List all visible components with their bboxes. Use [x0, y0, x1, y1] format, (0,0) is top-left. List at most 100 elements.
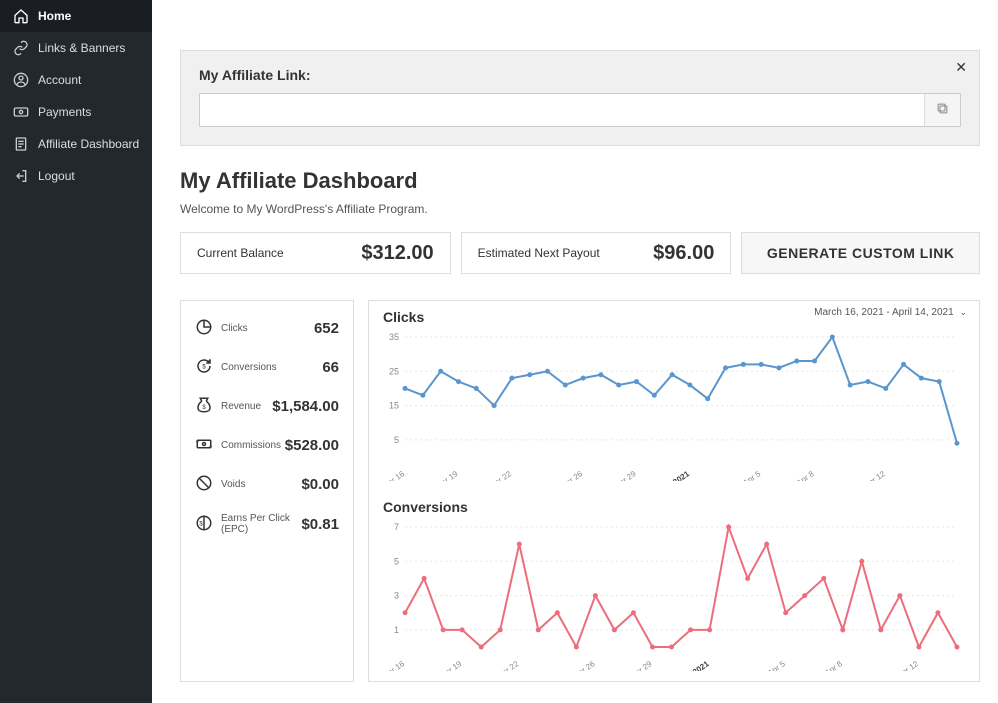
svg-text:Mar 19: Mar 19 [434, 469, 460, 481]
home-icon [12, 7, 30, 25]
sidebar-item-label: Payments [38, 105, 91, 119]
stat-value: 66 [322, 359, 339, 376]
sidebar-item-label: Logout [38, 169, 75, 183]
sidebar-item-label: Links & Banners [38, 41, 125, 55]
stats-panel: Clicks 652 $ Conversions 66 $ Revenue [180, 300, 354, 682]
user-icon [12, 71, 30, 89]
sidebar: Home Links & Banners Account Payments Af… [0, 0, 152, 703]
svg-text:Mar 26: Mar 26 [559, 469, 585, 481]
svg-text:Apr 5: Apr 5 [766, 659, 787, 671]
date-range-text: March 16, 2021 - April 14, 2021 [814, 307, 954, 318]
svg-text:25: 25 [389, 366, 399, 376]
copy-button[interactable] [924, 94, 960, 126]
stat-label: Earns Per Click (EPC) [221, 513, 301, 535]
stat-revenue: $ Revenue $1,584.00 [195, 387, 339, 426]
payments-icon [12, 103, 30, 121]
stat-label: Revenue [221, 401, 261, 412]
page-title: My Affiliate Dashboard [180, 168, 980, 194]
balance-card: Current Balance $312.00 [180, 232, 451, 274]
svg-text:5: 5 [394, 556, 399, 566]
welcome-text: Welcome to My WordPress's Affiliate Prog… [180, 202, 980, 216]
payout-card: Estimated Next Payout $96.00 [461, 232, 732, 274]
date-range-picker[interactable]: March 16, 2021 - April 14, 2021 ⌄ [814, 307, 967, 318]
sidebar-item-affiliate-dashboard[interactable]: Affiliate Dashboard [0, 128, 152, 160]
sidebar-item-logout[interactable]: Logout [0, 160, 152, 192]
svg-text:15: 15 [389, 401, 399, 411]
stat-label: Commissions [221, 440, 281, 451]
stat-clicks: Clicks 652 [195, 309, 339, 348]
svg-text:Mar 29: Mar 29 [612, 469, 638, 481]
stat-label: Conversions [221, 362, 277, 373]
main-content: ✕ My Affiliate Link: My Affiliate Dashbo… [152, 0, 998, 703]
stat-voids: Voids $0.00 [195, 465, 339, 504]
svg-text:Mar 19: Mar 19 [438, 659, 464, 671]
sidebar-item-label: Home [38, 9, 71, 23]
stat-value: $0.81 [301, 516, 339, 533]
stat-epc: $ Earns Per Click (EPC) $0.81 [195, 504, 339, 544]
svg-text:Apr 12: Apr 12 [896, 659, 921, 671]
close-icon[interactable]: ✕ [955, 59, 967, 76]
generate-link-label: GENERATE CUSTOM LINK [767, 245, 955, 261]
stat-value: 652 [314, 320, 339, 337]
svg-text:Apr 8: Apr 8 [823, 659, 844, 671]
payout-label: Estimated Next Payout [478, 246, 600, 260]
svg-text:Mar 26: Mar 26 [571, 659, 597, 671]
refresh-icon: $ [195, 357, 213, 378]
balance-label: Current Balance [197, 246, 284, 260]
svg-text:1: 1 [394, 625, 399, 635]
payout-amount: $96.00 [653, 242, 714, 265]
logout-icon [12, 167, 30, 185]
copy-icon [935, 101, 950, 119]
svg-text:$: $ [199, 521, 203, 527]
stat-conversions: $ Conversions 66 [195, 348, 339, 387]
svg-text:Apr 8: Apr 8 [795, 469, 816, 481]
pie-icon [195, 318, 213, 339]
svg-text:7: 7 [394, 522, 399, 532]
stat-value: $1,584.00 [272, 398, 339, 415]
charts-panel: March 16, 2021 - April 14, 2021 ⌄ Clicks… [368, 300, 980, 682]
svg-text:3: 3 [394, 591, 399, 601]
sidebar-item-payments[interactable]: Payments [0, 96, 152, 128]
svg-text:Apr 2021: Apr 2021 [678, 659, 711, 671]
sidebar-item-label: Affiliate Dashboard [38, 137, 139, 151]
svg-text:Mar 16: Mar 16 [383, 469, 407, 481]
stat-label: Clicks [221, 323, 248, 334]
affiliate-link-input[interactable] [200, 94, 924, 126]
summary-row: Current Balance $312.00 Estimated Next P… [180, 232, 980, 274]
stat-commissions: Commissions $528.00 [195, 426, 339, 465]
clicks-chart: 5 15 25 35 Mar 16 Mar 19 Mar 22 Mar 26 Mar 29 Apr… [383, 331, 965, 481]
content-row: Clicks 652 $ Conversions 66 $ Revenue [180, 300, 980, 682]
sidebar-item-account[interactable]: Account [0, 64, 152, 96]
generate-link-button[interactable]: GENERATE CUSTOM LINK [741, 232, 980, 274]
document-icon [12, 135, 30, 153]
svg-text:Mar 29: Mar 29 [628, 659, 654, 671]
sidebar-item-links-banners[interactable]: Links & Banners [0, 32, 152, 64]
sidebar-item-label: Account [38, 73, 81, 87]
conversions-chart-title: Conversions [383, 499, 965, 515]
affiliate-link-label: My Affiliate Link: [199, 67, 961, 83]
svg-text:Mar 16: Mar 16 [383, 659, 407, 671]
stat-label: Voids [221, 479, 245, 490]
epc-icon: $ [195, 514, 213, 535]
svg-text:Mar 22: Mar 22 [495, 659, 521, 671]
money-bag-icon: $ [195, 396, 213, 417]
sidebar-item-home[interactable]: Home [0, 0, 152, 32]
svg-text:$: $ [202, 405, 206, 411]
chevron-down-icon: ⌄ [959, 307, 967, 317]
svg-text:Apr 12: Apr 12 [862, 469, 887, 481]
link-icon [12, 39, 30, 57]
cash-icon [195, 435, 213, 456]
void-icon [195, 474, 213, 495]
svg-text:Apr 5: Apr 5 [741, 469, 762, 481]
affiliate-link-row [199, 93, 961, 127]
conversions-chart: 1 3 5 7 Mar 16 Mar 19 Mar 22 Mar 26 Mar 29 Apr 20… [383, 521, 965, 671]
stat-value: $528.00 [285, 437, 339, 454]
svg-text:Mar 22: Mar 22 [487, 469, 513, 481]
svg-text:$: $ [202, 364, 206, 370]
affiliate-link-box: ✕ My Affiliate Link: [180, 50, 980, 146]
balance-amount: $312.00 [361, 242, 433, 265]
svg-text:5: 5 [394, 435, 399, 445]
svg-text:Apr 2021: Apr 2021 [658, 469, 691, 481]
svg-text:35: 35 [389, 332, 399, 342]
stat-value: $0.00 [301, 476, 339, 493]
